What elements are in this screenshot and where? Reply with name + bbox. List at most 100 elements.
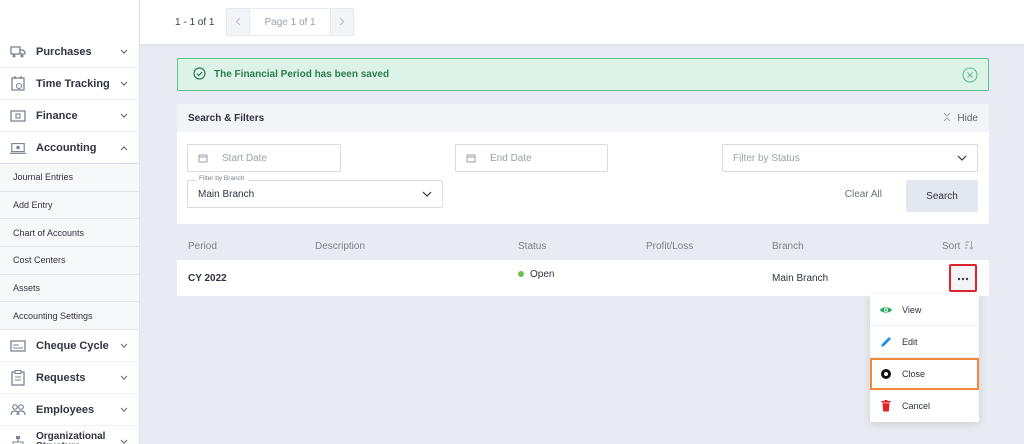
sidebar-item-finance[interactable]: Finance (0, 100, 139, 132)
sidebar-item-accounting[interactable]: Accounting (0, 132, 139, 164)
sidebar-subitem-label: Add Entry (13, 200, 53, 211)
search-filters-panel: Search & Filters Hide Start Date End Dat… (177, 104, 989, 224)
sidebar-subitem-label: Chart of Accounts (13, 227, 85, 238)
clipboard-icon (10, 369, 26, 386)
filters-title: Search & Filters (188, 112, 265, 124)
calendar-icon (198, 153, 208, 163)
cell-branch: Main Branch (772, 272, 829, 284)
sidebar-item-requests[interactable]: Requests (0, 362, 139, 395)
sidebar-item-organizational-structure[interactable]: Organizational Structure (0, 426, 139, 444)
chevron-down-icon (422, 191, 432, 197)
sort-icon (964, 240, 974, 253)
sidebar-subitem-label: Assets (13, 283, 41, 294)
header-branch: Branch (772, 240, 804, 252)
start-date-placeholder: Start Date (222, 152, 268, 164)
table-row[interactable]: CY 2022 Open Main Branch (177, 260, 989, 296)
pencil-icon (878, 334, 894, 350)
sidebar-item-label: Finance (36, 109, 78, 122)
branch-filter-legend: Filter by Branch (196, 175, 248, 182)
end-date-field[interactable]: End Date (455, 144, 608, 172)
hide-label: Hide (957, 112, 978, 124)
sort-button[interactable]: Sort (942, 240, 974, 253)
branch-value: Main Branch (198, 188, 255, 200)
sidebar-subitem-label: Journal Entries (13, 172, 74, 183)
cash-icon (10, 108, 26, 124)
hide-filters-button[interactable]: Hide (943, 112, 978, 124)
sidebar-top-spacer (0, 0, 139, 36)
status-text: Open (530, 269, 555, 280)
sidebar-item-label: Time Tracking (36, 77, 110, 90)
truck-icon (10, 44, 26, 60)
sidebar-subitem-label: Cost Centers (13, 255, 66, 266)
sidebar-item-label: Organizational Structure (36, 430, 106, 444)
sidebar-item-label: Purchases (36, 45, 92, 58)
search-button[interactable]: Search (906, 180, 978, 212)
menu-item-label: Close (902, 368, 926, 379)
sidebar-item-label: Cheque Cycle (36, 339, 109, 352)
end-date-placeholder: End Date (490, 152, 532, 164)
menu-item-label: Cancel (902, 401, 931, 411)
menu-item-label: Edit (902, 336, 918, 347)
start-date-field[interactable]: Start Date (187, 144, 341, 172)
branch-filter-select[interactable]: Filter by Branch Main Branch (187, 175, 443, 208)
status-placeholder: Filter by Status (733, 152, 800, 164)
sidebar-item-label: Accounting (36, 141, 97, 154)
org-chart-icon (10, 434, 26, 444)
row-actions-button[interactable] (949, 264, 977, 292)
sidebar-subitem-chart-of-accounts[interactable]: Chart of Accounts (0, 219, 139, 248)
menu-item-cancel[interactable]: Cancel (870, 390, 979, 422)
sidebar-subitem-cost-centers[interactable]: Cost Centers (0, 247, 139, 275)
eye-icon (878, 302, 894, 318)
cheque-icon (10, 338, 26, 354)
chevron-down-icon (119, 79, 129, 89)
trash-icon (878, 398, 894, 414)
menu-item-view[interactable]: View (870, 294, 979, 326)
sidebar-subitem-label: Accounting Settings (13, 310, 93, 321)
chevron-down-icon (119, 341, 129, 351)
sidebar-subitem-add-entry[interactable]: Add Entry (0, 191, 139, 220)
status-filter-select[interactable]: Filter by Status (722, 144, 978, 172)
header-status: Status (518, 240, 547, 252)
sort-label: Sort (942, 240, 961, 252)
header-period: Period (188, 240, 217, 252)
people-icon (10, 402, 26, 418)
pager-bar: 1 - 1 of 1 Page 1 of 1 (140, 0, 1024, 44)
filters-header: Search & Filters Hide (177, 104, 989, 132)
pager-page-label: Page 1 of 1 (250, 8, 330, 36)
cash-register-icon (10, 140, 26, 156)
pager-count: 1 - 1 of 1 (175, 16, 215, 28)
status-dot (518, 271, 524, 278)
chevron-up-icon (119, 143, 129, 153)
sidebar-item-employees[interactable]: Employees (0, 394, 139, 427)
success-alert: The Financial Period has been saved (177, 58, 989, 91)
sidebar-item-time-tracking[interactable]: Time Tracking (0, 68, 139, 100)
sidebar: Purchases Time Tracking Finance Accounti… (0, 0, 140, 444)
circle-dot-icon (878, 366, 894, 382)
cell-status: Open (518, 269, 554, 280)
menu-item-close[interactable]: Close (870, 358, 979, 390)
chevron-down-icon (957, 155, 967, 161)
chevron-down-icon (119, 111, 129, 121)
sidebar-subitem-accounting-settings[interactable]: Accounting Settings (0, 302, 139, 331)
close-alert-icon[interactable] (962, 66, 978, 83)
menu-item-label: View (902, 304, 922, 315)
chevron-down-icon (119, 373, 129, 383)
pager-next-button[interactable] (329, 8, 354, 36)
chevron-right-icon (339, 15, 345, 29)
sidebar-subitem-assets[interactable]: Assets (0, 274, 139, 303)
calendar-clock-icon (10, 75, 26, 92)
check-circle-icon (193, 66, 206, 83)
clear-all-button[interactable]: Clear All (845, 189, 882, 200)
row-actions-menu: View Edit Close Cancel (870, 294, 979, 422)
sidebar-item-purchases[interactable]: Purchases (0, 36, 139, 68)
chevron-down-icon (119, 405, 129, 415)
pager-prev-button[interactable] (226, 8, 251, 36)
chevron-down-icon (119, 437, 129, 444)
sidebar-item-cheque-cycle[interactable]: Cheque Cycle (0, 330, 139, 363)
sidebar-item-label: Employees (36, 403, 95, 416)
header-description: Description (315, 240, 366, 252)
chevron-down-icon (119, 47, 129, 57)
sidebar-subitem-journal-entries[interactable]: Journal Entries (0, 164, 139, 192)
table-header: Period Description Status Profit/Loss Br… (177, 232, 989, 260)
menu-item-edit[interactable]: Edit (870, 326, 979, 358)
